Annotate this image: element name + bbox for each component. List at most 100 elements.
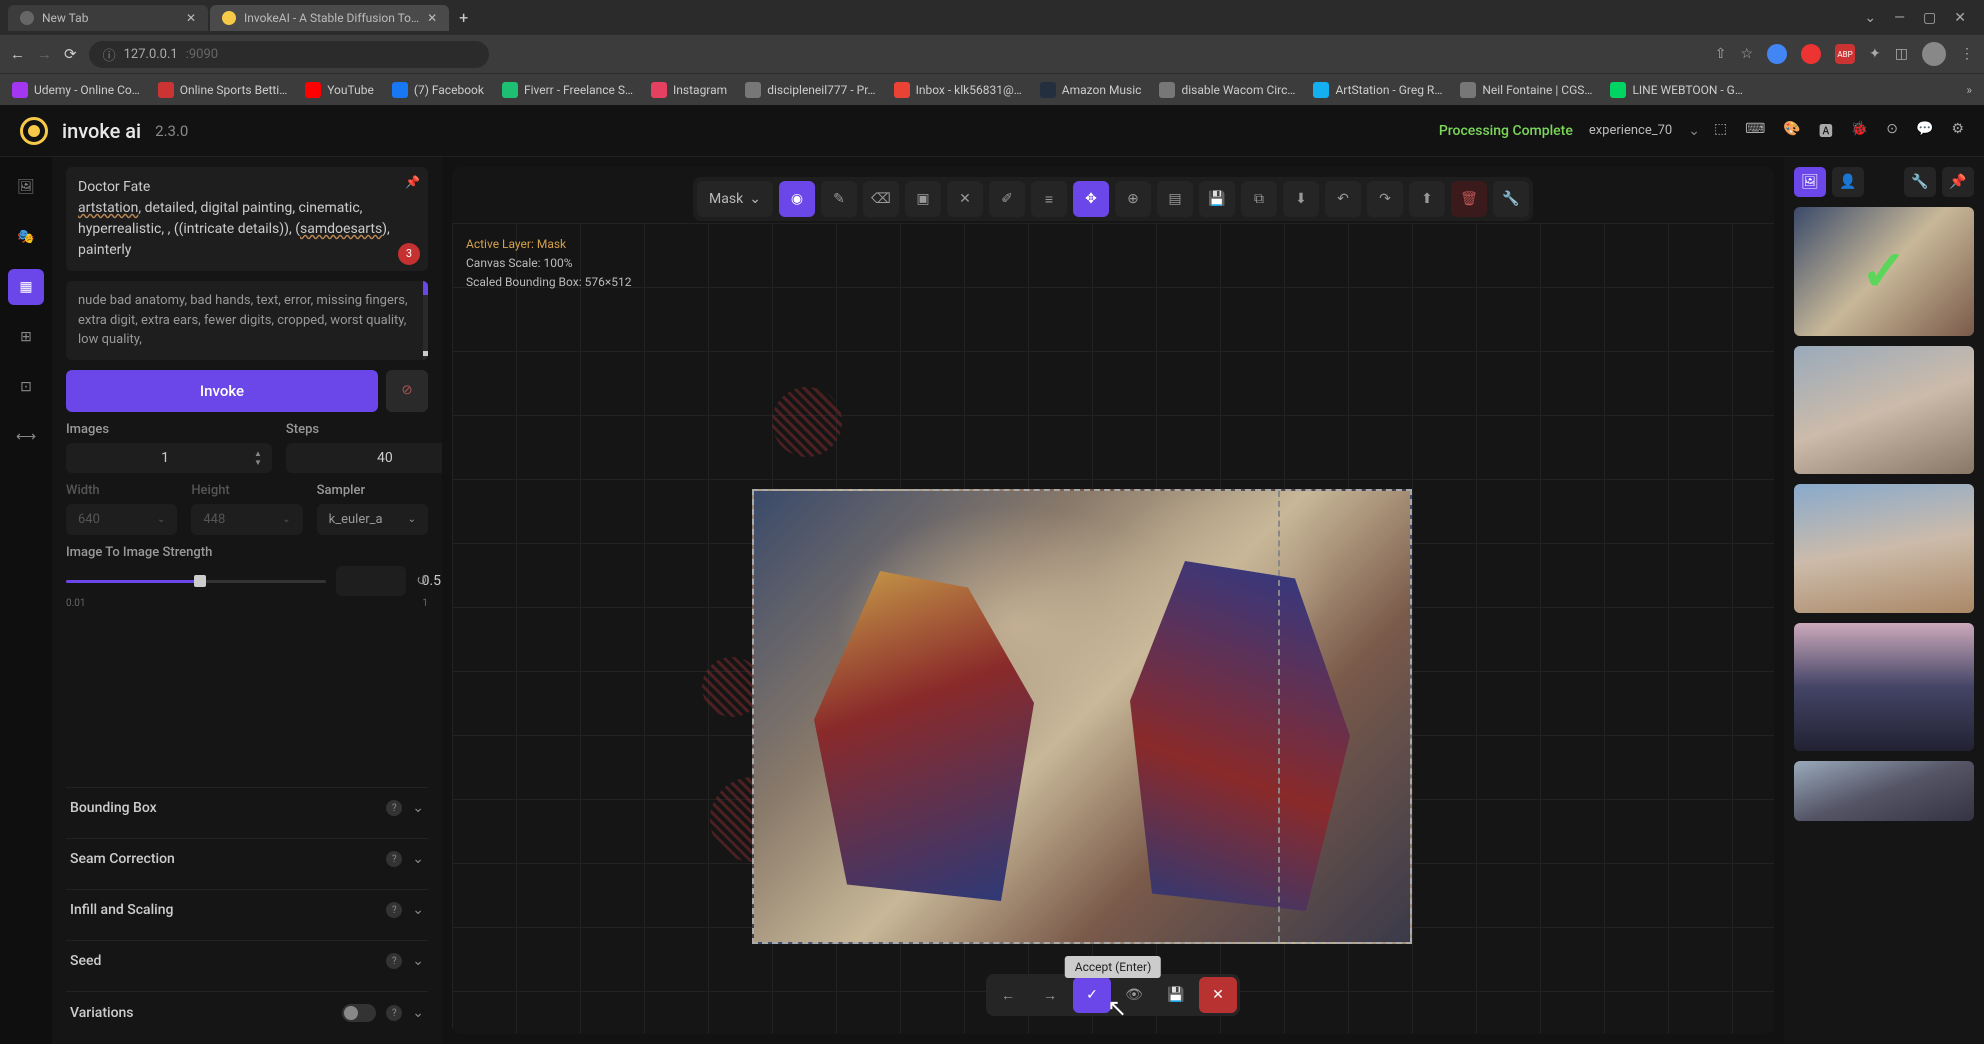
gallery-thumbnail[interactable]: ✓ [1794,207,1974,336]
help-icon[interactable]: ? [386,851,402,867]
bookmark[interactable]: Instagram [651,82,727,98]
invoke-button[interactable]: Invoke [66,370,378,412]
gallery-thumbnail[interactable] [1794,346,1974,475]
extension-abp-icon[interactable]: ABP [1835,44,1855,64]
eraser-tool-button[interactable]: ⌫ [863,181,899,217]
bookmark[interactable]: disable Wacom Circ… [1159,82,1295,98]
settings-icon[interactable]: ⚙ [1951,121,1964,141]
bookmark[interactable]: YouTube [305,82,374,98]
height-select[interactable]: 448⌄ [191,504,302,535]
canvas-area[interactable]: Mask⌄ ◉ ✎ ⌫ ▣ ✕ ✐ ≡ ✥ ⊕ ▤ 💾 ⧉ ⬇ ↶ ↷ ⬆ 🗑 … [452,167,1774,1034]
gallery-settings-icon[interactable]: 🔧 [1904,167,1936,197]
minimize-icon[interactable]: — [1894,10,1905,26]
rail-nodes[interactable]: ⊞ [8,319,44,355]
gallery-thumbnail[interactable] [1794,484,1974,613]
bookmark[interactable]: Fiverr - Freelance S… [502,82,633,98]
language-icon[interactable]: 🅰 [1819,121,1833,141]
url-input[interactable]: ⓘ 127.0.0.1:9090 [89,41,489,68]
toggle-view-button[interactable]: 👁 [1115,977,1153,1013]
bookmark-icon[interactable]: ☆ [1740,46,1753,62]
steps-input[interactable]: ▲▼ [286,443,442,473]
bookmark[interactable]: LINE WEBTOON - G… [1610,82,1742,98]
gallery-thumbnail[interactable] [1794,623,1974,752]
bug-icon[interactable]: 🐞 [1851,121,1868,141]
next-button[interactable]: → [1031,977,1069,1013]
accordion-seam[interactable]: Seam Correction?⌄ [66,838,428,879]
options-button[interactable]: ≡ [1031,181,1067,217]
browser-tab[interactable]: New Tab ✕ [8,5,208,31]
accordion-infill[interactable]: Infill and Scaling?⌄ [66,889,428,930]
bookmark[interactable]: discipleneil777 - Pr… [745,82,875,98]
rail-img2img[interactable]: 🎭 [8,219,44,255]
github-icon[interactable]: ⊙ [1886,121,1898,141]
wrench-button[interactable]: 🔧 [1493,181,1529,217]
upload-button[interactable]: ⬆ [1409,181,1445,217]
rail-txt2img[interactable]: 🖼 [8,169,44,205]
rail-training[interactable]: ⊡ [8,369,44,405]
discard-button[interactable]: ✕ [1199,977,1237,1013]
gallery-tab-user[interactable]: 👤 [1832,167,1864,197]
help-icon[interactable]: ? [386,953,402,969]
i2i-slider[interactable] [66,571,326,591]
accordion-variations[interactable]: Variations?⌄ [66,991,428,1034]
extension-icon[interactable] [1801,44,1821,64]
reload-button[interactable]: ⟳ [64,45,77,63]
help-icon[interactable]: ? [386,800,402,816]
stepper[interactable]: ▲▼ [254,449,262,467]
chevron-down-icon[interactable]: ⌄ [1864,10,1876,26]
bookmark[interactable]: Udemy - Online Co… [12,82,140,98]
bookmark[interactable]: Amazon Music [1040,82,1142,98]
pin-icon[interactable]: 📌 [405,173,420,191]
scrollbar[interactable] [423,281,428,360]
accept-button[interactable]: ✓ [1073,977,1111,1013]
extension-icon[interactable] [1767,44,1787,64]
accordion-seed[interactable]: Seed?⌄ [66,940,428,981]
keyboard-icon[interactable]: ⌨ [1745,121,1765,141]
copy-button[interactable]: ⧉ [1241,181,1277,217]
bookmark[interactable]: Neil Fontaine | CGS… [1460,82,1592,98]
eyedropper-button[interactable]: ✐ [989,181,1025,217]
close-icon[interactable]: ✕ [186,11,196,25]
save-canvas-button[interactable]: 💾 [1199,181,1235,217]
model-select[interactable]: experience_70 [1589,123,1672,138]
new-tab-button[interactable]: + [451,4,476,31]
share-icon[interactable]: ⇧ [1715,46,1727,62]
help-icon[interactable]: ? [386,902,402,918]
mask-tool-button[interactable]: ◉ [779,181,815,217]
undo-button[interactable]: ↶ [1325,181,1361,217]
bookmark[interactable]: (7) Facebook [392,82,484,98]
prompt-input[interactable]: 📌 Doctor Fate artstation, detailed, digi… [66,167,428,271]
brush-tool-button[interactable]: ✎ [821,181,857,217]
layers-button[interactable]: ▤ [1157,181,1193,217]
bookmark[interactable]: ArtStation - Greg R… [1313,82,1442,98]
reset-view-button[interactable]: ⊕ [1115,181,1151,217]
bookmark[interactable]: Inbox - klk56831@… [894,82,1022,98]
negative-prompt-input[interactable]: nude bad anatomy, bad hands, text, error… [66,281,428,360]
images-input[interactable]: ▲▼ [66,443,272,473]
variations-toggle[interactable] [342,1004,376,1022]
browser-tab[interactable]: InvokeAI - A Stable Diffusion To… ✕ [210,5,449,31]
fill-tool-button[interactable]: ▣ [905,181,941,217]
bookmarks-overflow[interactable]: » [1966,83,1972,97]
cube-icon[interactable]: ⬚ [1714,121,1727,141]
sidepanel-icon[interactable]: ◫ [1895,46,1908,62]
rail-extra[interactable]: ⟷ [8,419,44,455]
profile-avatar[interactable] [1922,42,1946,66]
gallery-tab-images[interactable]: 🖼 [1794,167,1826,197]
menu-icon[interactable]: ⋮ [1960,46,1974,62]
chevron-down-icon[interactable]: ⌄ [1688,123,1700,139]
download-button[interactable]: ⬇ [1283,181,1319,217]
generated-image[interactable] [752,489,1412,944]
close-icon[interactable]: ✕ [1954,10,1966,26]
clear-mask-button[interactable]: ✕ [947,181,983,217]
trash-button[interactable]: 🗑 [1451,181,1487,217]
reset-icon[interactable]: ↺ [416,573,428,589]
rail-canvas[interactable]: ▦ [8,269,44,305]
layer-select[interactable]: Mask⌄ [697,181,773,217]
gallery-thumbnail[interactable] [1794,761,1974,821]
prev-button[interactable]: ← [989,977,1027,1013]
redo-button[interactable]: ↷ [1367,181,1403,217]
gallery-pin-icon[interactable]: 📌 [1942,167,1974,197]
palette-icon[interactable]: 🎨 [1783,121,1800,141]
i2i-value-input[interactable]: ▲▼ [336,566,406,596]
